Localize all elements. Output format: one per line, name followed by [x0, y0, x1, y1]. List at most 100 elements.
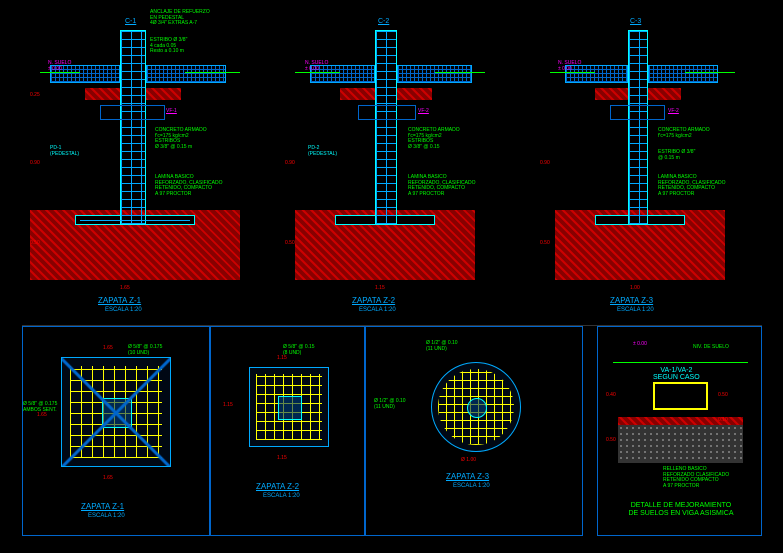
- col-plan: [278, 396, 302, 420]
- plan-z1-frame: 1.65 1.65 Ø 5/8" @ 0.175 AMBOS SENT. Ø 5…: [22, 326, 210, 536]
- note-mid2: ESTRIBO Ø 3/8" @ 0.15 m: [658, 150, 695, 161]
- note-mid1: CONCRETO ARMADO f'c=175 kg/cm2: [658, 128, 710, 139]
- d-d: 0.40: [606, 392, 616, 398]
- col-plan: [467, 398, 487, 418]
- va-label: VA-1/VA-2 SEGUN CASO: [653, 367, 700, 381]
- note-mid2: LAMINA BASICO REFORZADO, CLASIFICADO RET…: [408, 175, 476, 197]
- rebar-bot: [80, 220, 190, 221]
- slab-fill-r: [397, 88, 432, 100]
- relleno: [618, 425, 743, 463]
- rebar-note: Ø 1/2" @ 0.10 (11 UND): [426, 341, 458, 352]
- plan-z1: [61, 357, 171, 467]
- rebar-note: Ø 5/8" @ 0.175 AMBOS SENT.: [23, 402, 57, 413]
- beam-box: [358, 105, 416, 120]
- note2: RELLENO BASICO REFORZADO CLASIFICADO RET…: [663, 467, 729, 489]
- grade-line-r: [435, 72, 485, 73]
- note-top2: ESTRIBO Ø 3/8" 4 cada 0.05 Resto a 0.10 …: [150, 38, 187, 55]
- section-z1: C-1 PD-1 (PEDESTAL) VF-1 ANCLAJE DE REFU…: [30, 10, 240, 310]
- dim-x2: 1.15: [277, 455, 287, 461]
- plan-scale: ESCALA 1:20: [88, 513, 125, 519]
- grade-line-r: [685, 72, 735, 73]
- note-side1: N. SUELO ± 0.00: [305, 60, 328, 72]
- note-mid3: LAMINA BASICO REFORZADO, CLASIFICADO RET…: [658, 175, 726, 197]
- beam-label: VF-1: [166, 108, 177, 114]
- plan-title: ZAPATA Z-3: [446, 472, 489, 481]
- plan-z3-circle: [431, 362, 521, 452]
- col-label: C-1: [125, 18, 136, 25]
- pedestal-label: PD-2 (PEDESTAL): [308, 145, 337, 157]
- column-pedestal: [628, 30, 648, 225]
- beam-box: [100, 105, 165, 120]
- grade-line-l: [40, 72, 80, 73]
- slab-fill-l: [595, 88, 628, 100]
- plan-scale: ESCALA 1:20: [453, 483, 490, 489]
- d-a: 0.50: [718, 392, 728, 398]
- slab-fill-l: [85, 88, 120, 100]
- diameter: Ø 1.00: [461, 457, 476, 463]
- dim-h2: 0.50: [540, 240, 550, 246]
- section-scale: ESCALA 1:20: [617, 307, 654, 313]
- detail-title: DETALLE DE MEJORAMIENTO DE SUELOS EN VIG…: [616, 502, 746, 517]
- slab-fill-r: [146, 88, 181, 100]
- note-side1: N. SUELO ± 0.00: [558, 60, 581, 72]
- dim-h: 0.90: [30, 160, 40, 166]
- soil-detail-frame: ± 0.00 NIV. DE SUELO VA-1/VA-2 SEGUN CAS…: [597, 326, 762, 536]
- section-title: ZAPATA Z-1: [98, 296, 141, 305]
- grade: ± 0.00: [633, 341, 647, 347]
- beam-label: VF-2: [418, 108, 429, 114]
- note-mid1: CONCRETO ARMADO f'c=175 kg/cm2 ESTRIBOS …: [408, 128, 460, 150]
- dim-h: 0.90: [540, 160, 550, 166]
- dim-h2: 0.50: [285, 240, 295, 246]
- note-side1: N. SUELO ± 0.00: [48, 60, 71, 72]
- diag: [62, 358, 170, 466]
- dim-w: 1.65: [120, 285, 130, 291]
- dim-w: 1.00: [630, 285, 640, 291]
- plan-z2-frame: 1.15 1.15 Ø 5/8" @ 0.15 (8 UND) 1.15 ZAP…: [210, 326, 365, 536]
- dim-h2: 0.50: [30, 240, 40, 246]
- pedestal-label: PD-1 (PEDESTAL): [50, 145, 79, 157]
- dim-h: 0.90: [285, 160, 295, 166]
- d-b: 0.10: [718, 417, 728, 423]
- column-pedestal: [375, 30, 397, 225]
- section-scale: ESCALA 1:20: [359, 307, 396, 313]
- dim-h3: 0.25: [30, 92, 40, 98]
- d-c: 0.50: [606, 437, 616, 443]
- rebar-note2: Ø 5/8" @ 0.175 (10 UND): [128, 345, 162, 356]
- slab-right: [146, 65, 226, 83]
- grade-line-l: [550, 72, 595, 73]
- niv: NIV. DE SUELO: [693, 345, 729, 351]
- section-scale: ESCALA 1:20: [105, 307, 142, 313]
- slab-fill-l: [340, 88, 375, 100]
- grade-line-r: [185, 72, 240, 73]
- rebar-note2: Ø 1/2" @ 0.10 (11 UND): [374, 399, 406, 410]
- beam-label: VF-2: [668, 108, 679, 114]
- plan-scale: ESCALA 1:20: [263, 493, 300, 499]
- section-z2: C-2 PD-2 (PEDESTAL) VF-2 CONCRETO ARMADO…: [280, 10, 490, 310]
- beam-box: [610, 105, 665, 120]
- section-title: ZAPATA Z-2: [352, 296, 395, 305]
- section-z3: C-3 VF-2 CONCRETO ARMADO f'c=175 kg/cm2 …: [530, 10, 750, 310]
- grade-line: [613, 362, 748, 363]
- note-mid1: CONCRETO ARMADO f'c=175 kg/cm2 ESTRIBOS …: [155, 128, 207, 150]
- col-label: C-3: [630, 18, 641, 25]
- va-beam: [653, 382, 708, 410]
- note-top1: ANCLAJE DE REFUERZO EN PEDESTAL 4Ø 3/4" …: [150, 10, 210, 27]
- dim-x: 1.65: [103, 345, 113, 351]
- plan-z2: [249, 367, 329, 447]
- dim-w: 1.15: [375, 285, 385, 291]
- note-mid2: LAMINA BASICO REFORZADO, CLASIFICADO RET…: [155, 175, 223, 197]
- slab-fill-r: [648, 88, 681, 100]
- slab-right: [648, 65, 718, 83]
- col-label: C-2: [378, 18, 389, 25]
- rebar-note: Ø 5/8" @ 0.15 (8 UND): [283, 345, 315, 356]
- plan-title: ZAPATA Z-2: [256, 482, 299, 491]
- plan-title: ZAPATA Z-1: [81, 502, 124, 511]
- dim-y: 1.15: [223, 402, 233, 408]
- plans-row: 1.65 1.65 Ø 5/8" @ 0.175 AMBOS SENT. Ø 5…: [22, 325, 762, 535]
- slab-right: [397, 65, 472, 83]
- plan-z3-frame: Ø 1/2" @ 0.10 (11 UND) Ø 1/2" @ 0.10 (11…: [365, 326, 583, 536]
- column-pedestal: [120, 30, 146, 225]
- grade-line-l: [295, 72, 340, 73]
- section-title: ZAPATA Z-3: [610, 296, 653, 305]
- dim-x2: 1.65: [103, 475, 113, 481]
